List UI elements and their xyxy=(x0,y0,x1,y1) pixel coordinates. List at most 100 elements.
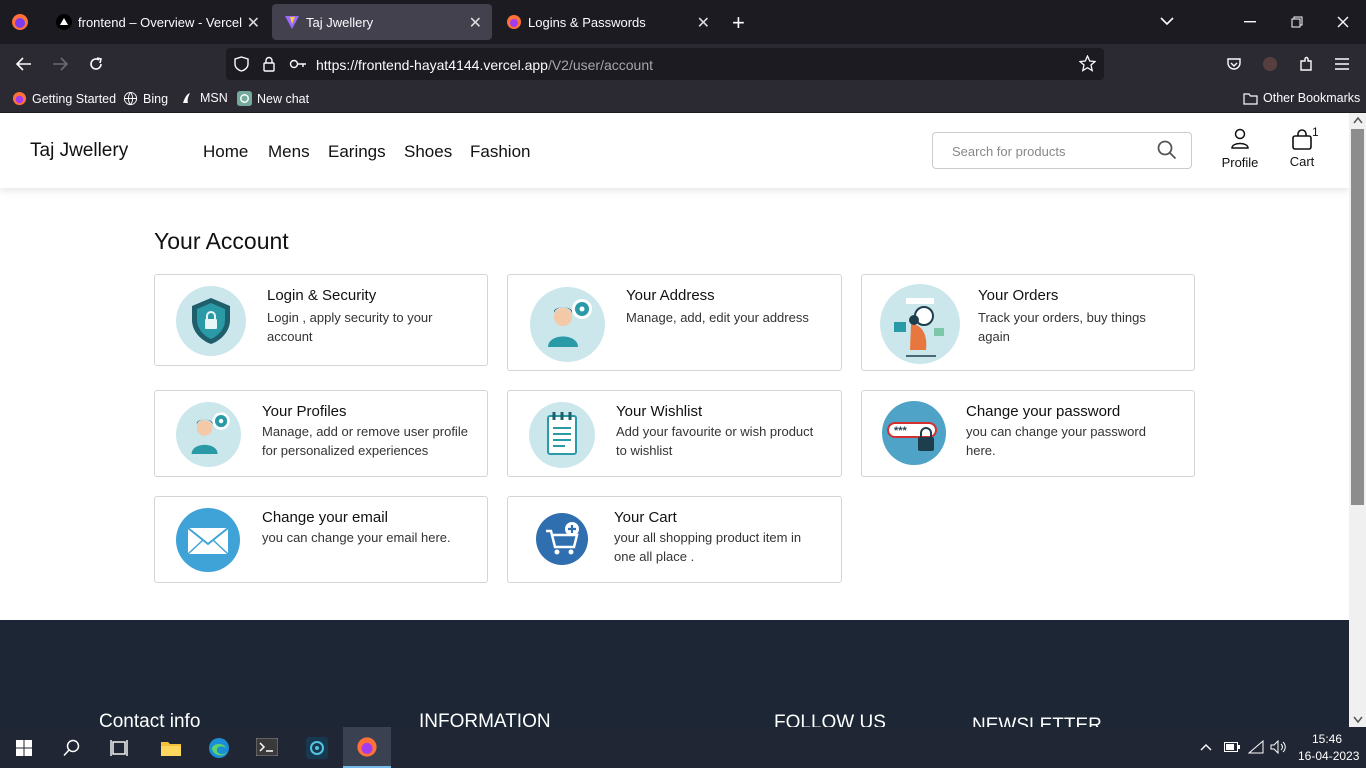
card-your-cart[interactable]: Your Cart your all shopping product item… xyxy=(507,496,842,583)
padlock-icon[interactable] xyxy=(262,56,276,72)
app-icon[interactable] xyxy=(306,737,328,759)
site-footer: Contact info INFORMATION FOLLOW US NEWSL… xyxy=(0,620,1349,727)
url-path: /V2/user/account xyxy=(547,57,653,73)
page-title: Your Account xyxy=(154,228,289,254)
tab-vercel[interactable]: frontend – Overview - Vercel ✕ xyxy=(44,0,270,44)
profile-label: Profile xyxy=(1221,155,1259,170)
profile-button[interactable]: Profile xyxy=(1216,128,1264,170)
bookmark-msn[interactable]: MSN xyxy=(181,91,228,105)
windows-taskbar: 15:46 16-04-2023 xyxy=(0,727,1366,768)
file-explorer-icon[interactable] xyxy=(160,739,182,757)
card-description: Manage, add, edit your address xyxy=(626,310,809,325)
tab-taj-jwellery[interactable]: Taj Jwellery ✕ xyxy=(272,4,492,40)
scroll-up-arrow-icon[interactable] xyxy=(1353,116,1363,124)
tab-title: Logins & Passwords xyxy=(528,15,646,30)
bookmarks-toolbar: Getting Started Bing MSN New chat Other … xyxy=(0,84,1366,112)
close-window-icon[interactable] xyxy=(1337,16,1349,28)
nav-earings[interactable]: Earings xyxy=(328,142,386,162)
shield-lock-icon xyxy=(176,286,246,356)
card-description: Add your favourite or wish product to wi… xyxy=(616,424,814,458)
card-your-address[interactable]: Your Address Manage, add, edit your addr… xyxy=(507,274,842,371)
card-your-wishlist[interactable]: Your Wishlist Add your favourite or wish… xyxy=(507,390,842,477)
chatgpt-icon xyxy=(237,91,252,106)
url-text[interactable]: https://frontend-hayat4144.vercel.app/V2… xyxy=(316,57,653,73)
bookmark-new-chat[interactable]: New chat xyxy=(237,91,309,106)
search-input[interactable]: Search for products xyxy=(932,132,1192,169)
nav-home[interactable]: Home xyxy=(203,142,248,162)
restore-icon[interactable] xyxy=(1291,16,1303,28)
site-logo[interactable]: Taj Jwellery xyxy=(30,140,128,162)
card-login-security[interactable]: Login & Security Login , apply security … xyxy=(154,274,488,366)
pocket-icon[interactable] xyxy=(1226,56,1242,72)
card-your-orders[interactable]: Your Orders Track your orders, buy thing… xyxy=(861,274,1195,371)
tracking-shield-icon[interactable] xyxy=(234,56,249,72)
search-placeholder: Search for products xyxy=(952,144,1066,159)
card-title: Your Profiles xyxy=(262,403,347,420)
firefox-taskbar-active[interactable] xyxy=(343,727,391,768)
tab-logins-passwords[interactable]: Logins & Passwords ✕ xyxy=(494,0,720,44)
user-gear-icon xyxy=(176,402,241,467)
reload-icon[interactable] xyxy=(88,56,104,72)
card-change-password[interactable]: *** Change your password you can change … xyxy=(861,390,1195,477)
tab-strip: frontend – Overview - Vercel ✕ Taj Jwell… xyxy=(0,0,1366,44)
user-gear-icon xyxy=(530,287,605,362)
nav-mens[interactable]: Mens xyxy=(268,142,310,162)
minimize-icon[interactable] xyxy=(1244,21,1256,23)
shopping-bag-icon xyxy=(1292,129,1312,150)
close-tab-icon[interactable]: ✕ xyxy=(247,13,260,33)
svg-text:***: *** xyxy=(894,425,908,437)
url-host: https://frontend-hayat4144.vercel.app xyxy=(316,57,548,73)
nav-fashion[interactable]: Fashion xyxy=(470,142,530,162)
bookmark-getting-started[interactable]: Getting Started xyxy=(12,91,116,106)
other-bookmarks[interactable]: Other Bookmarks xyxy=(1243,91,1360,105)
cart-button[interactable]: Cart 1 xyxy=(1282,125,1322,169)
globe-icon xyxy=(123,91,138,106)
firefox-icon xyxy=(12,91,27,106)
notepad-icon xyxy=(529,402,595,468)
volume-icon[interactable] xyxy=(1270,740,1288,754)
chevron-up-icon[interactable] xyxy=(1200,743,1212,751)
clock-date[interactable]: 16-04-2023 xyxy=(1298,749,1359,763)
account-avatar-icon[interactable] xyxy=(1262,56,1278,72)
scrollbar-thumb[interactable] xyxy=(1351,129,1364,505)
footer-heading-follow: FOLLOW US xyxy=(774,712,886,727)
bookmark-bing[interactable]: Bing xyxy=(123,91,168,106)
edge-browser-icon[interactable] xyxy=(208,737,230,759)
card-your-profiles[interactable]: Your Profiles Manage, add or remove user… xyxy=(154,390,488,477)
windows-start-icon[interactable] xyxy=(16,740,32,756)
extensions-puzzle-icon[interactable] xyxy=(1298,56,1314,72)
wifi-icon[interactable] xyxy=(1248,740,1264,754)
cart-label: Cart xyxy=(1289,154,1315,169)
close-tab-icon[interactable]: ✕ xyxy=(469,13,482,33)
card-title: Login & Security xyxy=(267,287,377,304)
battery-icon[interactable] xyxy=(1224,742,1240,752)
card-description: Login , apply security to your account xyxy=(267,310,433,344)
clock-time[interactable]: 15:46 xyxy=(1312,732,1342,746)
nav-shoes[interactable]: Shoes xyxy=(404,142,452,162)
card-title: Your Cart xyxy=(614,509,677,526)
scroll-down-arrow-icon[interactable] xyxy=(1353,716,1363,724)
hamburger-menu-icon[interactable] xyxy=(1335,58,1349,70)
msn-butterfly-icon xyxy=(183,93,190,103)
close-tab-icon[interactable]: ✕ xyxy=(697,13,710,33)
bookmark-star-icon[interactable] xyxy=(1079,55,1096,72)
card-title: Your Address xyxy=(626,287,715,304)
firefox-menu-icon[interactable] xyxy=(11,13,29,31)
key-icon[interactable] xyxy=(289,58,307,70)
forward-arrow-icon[interactable] xyxy=(52,57,68,71)
new-tab-button[interactable]: + xyxy=(732,10,745,36)
task-view-icon[interactable] xyxy=(110,739,128,757)
back-arrow-icon[interactable] xyxy=(16,57,32,71)
search-icon[interactable] xyxy=(63,739,81,757)
card-change-email[interactable]: Change your email you can change your em… xyxy=(154,496,488,583)
tab-title: frontend – Overview - Vercel xyxy=(78,15,243,30)
card-title: Your Orders xyxy=(978,287,1059,304)
list-tabs-chevron-icon[interactable] xyxy=(1160,16,1174,26)
password-lock-icon: *** xyxy=(882,401,946,465)
search-icon[interactable] xyxy=(1157,140,1177,160)
card-description: your all shopping product item in one al… xyxy=(614,530,802,564)
vercel-triangle-icon xyxy=(56,14,72,30)
tab-title: Taj Jwellery xyxy=(306,15,374,30)
card-description: Manage, add or remove user profile for p… xyxy=(262,424,468,458)
terminal-icon[interactable] xyxy=(256,738,278,756)
